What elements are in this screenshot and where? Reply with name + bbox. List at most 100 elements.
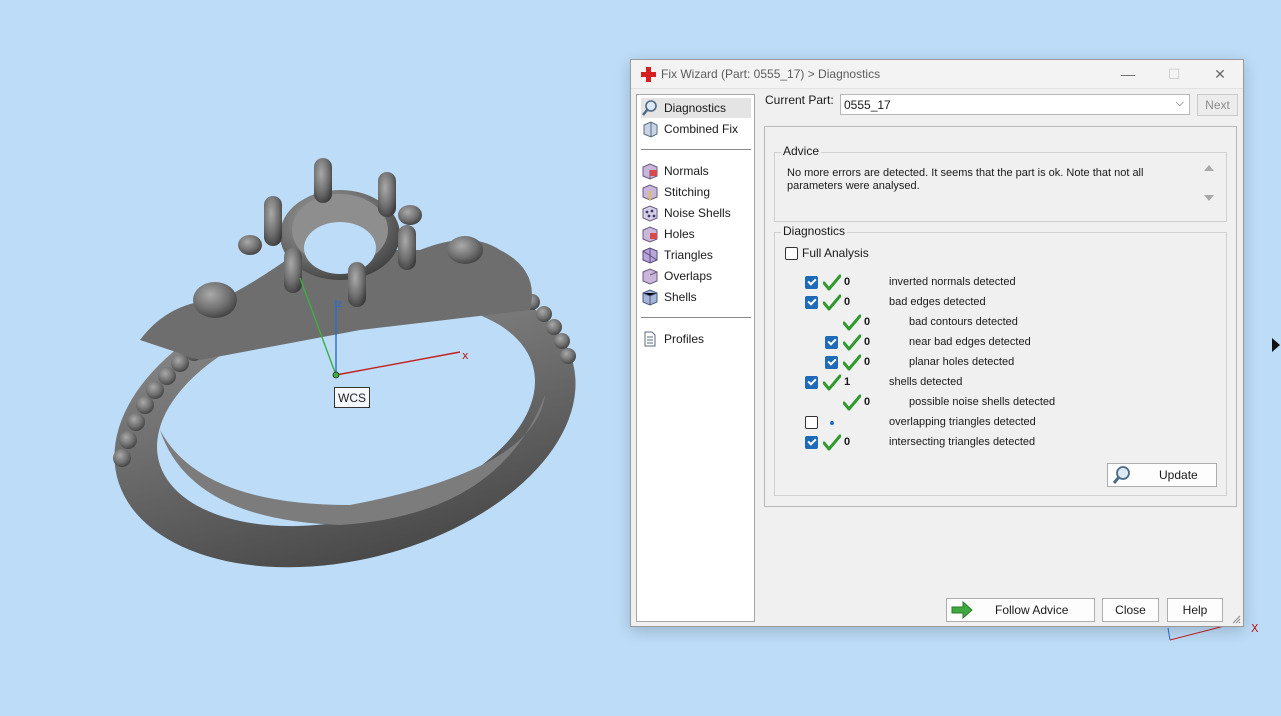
advice-scrollbar[interactable] bbox=[1204, 161, 1216, 205]
nav-separator bbox=[641, 317, 751, 318]
diagnostic-count: 0 bbox=[844, 276, 851, 288]
diagnostic-label: inverted normals detected bbox=[889, 276, 1016, 288]
diagnostic-row: 0 possible noise shells detected bbox=[775, 394, 1215, 412]
current-part-value: 0555_17 bbox=[844, 97, 891, 112]
diagnostics-title: Diagnostics bbox=[781, 224, 848, 238]
nav-item-diagnostics[interactable]: Diagnostics bbox=[641, 98, 751, 118]
green-checkmark-icon bbox=[843, 334, 861, 351]
magnifier-icon bbox=[1111, 464, 1133, 486]
mini-x-axis-label: X bbox=[1251, 622, 1259, 635]
diagnostic-row: 0 bad contours detected bbox=[775, 314, 1215, 332]
window-title: Fix Wizard (Part: 0555_17) > Diagnostics bbox=[661, 67, 881, 81]
follow-advice-button[interactable]: Follow Advice bbox=[946, 598, 1095, 622]
wizard-nav: Diagnostics Combined Fix Normals Stitchi… bbox=[636, 94, 755, 622]
diagnostic-row: 0 intersecting triangles detected bbox=[775, 434, 1215, 452]
maximize-button[interactable]: ☐ bbox=[1151, 60, 1197, 89]
diagnostic-label: planar holes detected bbox=[909, 356, 1015, 368]
diagnostic-checkbox[interactable] bbox=[805, 276, 818, 289]
close-button[interactable]: Close bbox=[1102, 598, 1159, 622]
diagnostic-count: 0 bbox=[864, 336, 871, 348]
diagnostic-checkbox[interactable] bbox=[825, 356, 838, 369]
chevron-down-icon: ⌵ bbox=[1175, 97, 1184, 109]
scroll-up-arrow-icon[interactable] bbox=[1204, 165, 1214, 171]
next-button[interactable]: Next bbox=[1197, 94, 1238, 116]
green-arrow-icon bbox=[951, 600, 973, 620]
scroll-down-arrow-icon[interactable] bbox=[1204, 195, 1214, 201]
title-bar[interactable]: Fix Wizard (Part: 0555_17) > Diagnostics… bbox=[631, 60, 1243, 89]
nav-label: Diagnostics bbox=[664, 101, 727, 115]
nav-item-shells[interactable]: Shells bbox=[641, 287, 751, 307]
nav-label: Triangles bbox=[664, 248, 713, 262]
z-axis-label: z bbox=[337, 299, 343, 310]
profiles-document-icon bbox=[641, 330, 659, 348]
advice-text: No more errors are detected. It seems th… bbox=[787, 167, 1144, 192]
green-checkmark-icon bbox=[843, 314, 861, 331]
diagnostic-count: 0 bbox=[864, 356, 871, 368]
noise-shells-icon bbox=[641, 204, 659, 222]
nav-item-normals[interactable]: Normals bbox=[641, 161, 751, 181]
diagnostic-count: 0 bbox=[844, 296, 851, 308]
diagnostics-group: Diagnostics Full Analysis 0 inverted norm… bbox=[774, 224, 1227, 496]
follow-advice-label: Follow Advice bbox=[995, 603, 1069, 617]
green-checkmark-icon bbox=[823, 434, 841, 451]
triangles-icon bbox=[641, 246, 659, 264]
diagnostic-count: 0 bbox=[864, 396, 871, 408]
green-checkmark-icon bbox=[843, 394, 861, 411]
nav-item-noise-shells[interactable]: Noise Shells bbox=[641, 203, 751, 223]
diagnostic-checkbox[interactable] bbox=[805, 376, 818, 389]
combined-fix-icon bbox=[641, 120, 659, 138]
nav-item-combined-fix[interactable]: Combined Fix bbox=[641, 119, 751, 139]
nav-separator bbox=[641, 149, 751, 150]
diagnostic-count: 1 bbox=[844, 376, 851, 388]
panel-expand-arrow-icon[interactable] bbox=[1272, 338, 1280, 352]
diagnostic-label: intersecting triangles detected bbox=[889, 436, 1036, 448]
diagnostic-row: 0 near bad edges detected bbox=[775, 334, 1215, 352]
current-part-label: Current Part: bbox=[765, 93, 834, 107]
diagnostic-row: 0 bad edges detected bbox=[775, 294, 1215, 312]
magnifier-icon bbox=[641, 99, 659, 117]
nav-item-overlaps[interactable]: Overlaps bbox=[641, 266, 751, 286]
nav-item-stitching[interactable]: Stitching bbox=[641, 182, 751, 202]
nav-item-triangles[interactable]: Triangles bbox=[641, 245, 751, 265]
resize-grip-icon[interactable] bbox=[1231, 614, 1241, 624]
minimize-button[interactable]: — bbox=[1105, 60, 1151, 89]
diagnostic-checkbox[interactable] bbox=[825, 336, 838, 349]
holes-icon bbox=[641, 225, 659, 243]
diagnostic-label: shells detected bbox=[889, 376, 963, 388]
nav-item-profiles[interactable]: Profiles bbox=[641, 329, 751, 349]
update-button[interactable]: Update bbox=[1107, 463, 1217, 487]
diagnostic-row: overlapping triangles detected bbox=[775, 414, 1215, 432]
diagnostic-checkbox[interactable] bbox=[805, 436, 818, 449]
advice-title: Advice bbox=[781, 144, 822, 158]
nav-label: Overlaps bbox=[664, 269, 713, 283]
diagnostic-checkbox[interactable] bbox=[805, 416, 818, 429]
nav-label: Combined Fix bbox=[664, 122, 739, 136]
shells-icon bbox=[641, 288, 659, 306]
nav-label: Normals bbox=[664, 164, 709, 178]
nav-item-holes[interactable]: Holes bbox=[641, 224, 751, 244]
green-checkmark-icon bbox=[843, 354, 861, 371]
green-checkmark-icon bbox=[823, 374, 841, 391]
current-part-select[interactable]: 0555_17 ⌵ bbox=[840, 94, 1190, 115]
advice-group: Advice No more errors are detected. It s… bbox=[774, 144, 1227, 222]
diagnostic-count: 0 bbox=[844, 436, 851, 448]
diagnostic-label: near bad edges detected bbox=[909, 336, 1031, 348]
help-button[interactable]: Help bbox=[1167, 598, 1223, 622]
nav-label: Stitching bbox=[664, 185, 711, 199]
app-cross-icon bbox=[640, 66, 656, 82]
full-analysis-box[interactable] bbox=[785, 246, 798, 260]
full-analysis-checkbox[interactable]: Full Analysis bbox=[785, 246, 869, 260]
stitching-icon bbox=[641, 183, 659, 201]
diagnostic-row: 0 inverted normals detected bbox=[775, 274, 1215, 292]
diagnostic-checkbox[interactable] bbox=[805, 296, 818, 309]
diagnostic-row: 0 planar holes detected bbox=[775, 354, 1215, 372]
diagnostic-label: overlapping triangles detected bbox=[889, 416, 1036, 428]
diagnostic-label: bad edges detected bbox=[889, 296, 986, 308]
diagnostic-label: bad contours detected bbox=[909, 316, 1018, 328]
diagnostic-label: possible noise shells detected bbox=[909, 396, 1056, 408]
green-checkmark-icon bbox=[823, 294, 841, 311]
wcs-label: WCS bbox=[334, 387, 370, 408]
close-window-button[interactable]: ✕ bbox=[1197, 60, 1243, 89]
green-checkmark-icon bbox=[823, 274, 841, 291]
update-label: Update bbox=[1159, 468, 1198, 482]
